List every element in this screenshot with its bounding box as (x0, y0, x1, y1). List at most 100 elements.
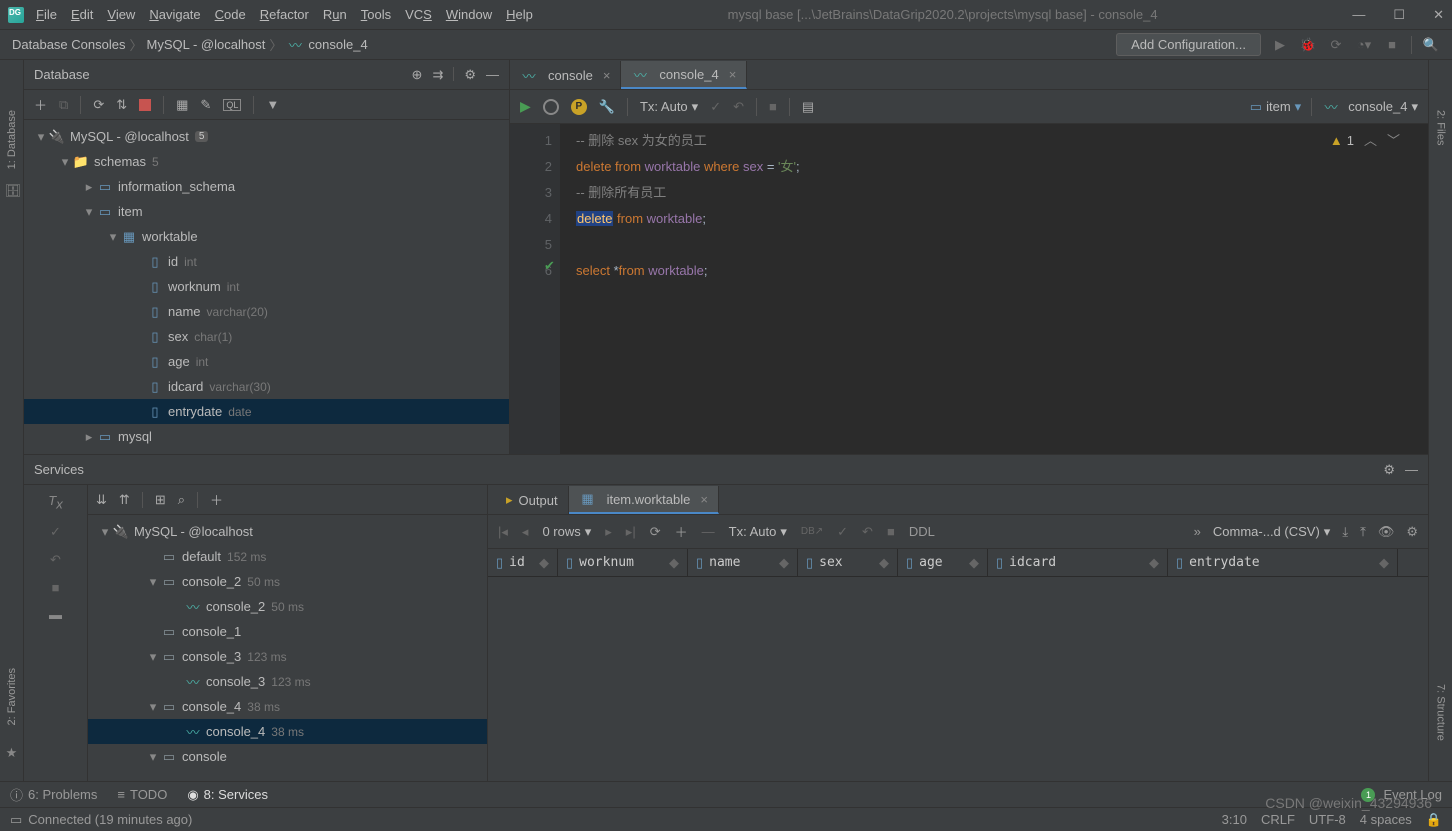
sync-icon[interactable]: ⇅ (116, 97, 127, 113)
prev-highlight-icon[interactable]: ︿ (1364, 128, 1377, 154)
services-tab[interactable]: ◉8: Services (187, 787, 268, 803)
view-icon[interactable]: 👁 (1378, 524, 1395, 540)
stop-icon[interactable]: ■ (887, 524, 895, 539)
stop-icon[interactable]: ■ (52, 580, 60, 595)
next-page-icon[interactable]: ▸ (605, 524, 612, 540)
commit-icon[interactable]: ✓ (837, 524, 848, 540)
stop-icon[interactable]: ■ (769, 99, 777, 114)
last-page-icon[interactable]: ▸| (626, 524, 636, 540)
reload-icon[interactable]: ⟳ (650, 524, 661, 540)
tree-schema-item[interactable]: ▾▭ item (24, 199, 509, 224)
explain-icon[interactable]: ▤ (802, 99, 814, 115)
profile-icon[interactable]: ◔▾ (1355, 37, 1373, 53)
database-tree[interactable]: ▾🔌 MySQL - @localhost 5 ▾📁 schemas 5 ▸▭ … (24, 120, 509, 454)
filter-icon[interactable]: ⌕ (178, 492, 185, 508)
services-item[interactable]: ▾▭ console_2 50 ms (88, 569, 487, 594)
more-icon[interactable]: » (1194, 524, 1201, 540)
layout-icon[interactable]: ▬ (49, 607, 62, 622)
problems-tab[interactable]: ⓘ6: Problems (10, 785, 97, 804)
sort-icon[interactable]: ◆ (879, 555, 889, 571)
tree-schema-info[interactable]: ▸▭ information_schema (24, 174, 509, 199)
upload-icon[interactable]: ⤒ (1360, 524, 1366, 540)
target-dropdown[interactable]: 〰console_4 ▾ (1322, 97, 1418, 116)
hide-panel-icon[interactable]: — (486, 67, 499, 83)
menu-tools[interactable]: Tools (361, 7, 391, 22)
crumb-console[interactable]: console_4 (308, 37, 367, 52)
collapse-all-icon[interactable]: ⇈ (119, 492, 130, 508)
tx-mode-dropdown[interactable]: Tx: Auto ▾ (640, 99, 698, 115)
encoding[interactable]: UTF-8 (1309, 812, 1346, 828)
grid-col-age[interactable]: ▯age ◆ (898, 549, 988, 576)
debug-icon[interactable]: 🐞 (1299, 37, 1317, 53)
wrench-icon[interactable]: 🔧 (599, 99, 615, 115)
menu-navigate[interactable]: Navigate (149, 7, 200, 22)
stop-icon[interactable] (139, 99, 151, 111)
code-area[interactable]: ▲ 1 ︿ ﹀ -- 删除 sex 为女的员工delete from workt… (560, 124, 1428, 454)
add-icon[interactable]: ＋ (210, 490, 223, 509)
prev-page-icon[interactable]: ◂ (522, 524, 529, 540)
p-badge-icon[interactable]: P (571, 99, 587, 115)
tx-icon[interactable]: Tx (48, 493, 62, 512)
tree-schemas[interactable]: ▾📁 schemas 5 (24, 149, 509, 174)
menu-file[interactable]: File (36, 7, 57, 22)
db-commit-icon[interactable]: DB↗ (801, 526, 823, 537)
sort-icon[interactable]: ◆ (1149, 555, 1159, 571)
todo-tab[interactable]: ≡TODO (117, 787, 167, 802)
hide-panel-icon[interactable]: — (1405, 462, 1418, 478)
coverage-icon[interactable]: ⟳ (1327, 37, 1345, 53)
jump-icon[interactable]: ⇉ (432, 67, 443, 83)
database-tool-tab[interactable]: 1: Database (6, 110, 18, 169)
expand-all-icon[interactable]: ⇊ (96, 492, 107, 508)
menu-window[interactable]: Window (446, 7, 492, 22)
add-configuration-button[interactable]: Add Configuration... (1116, 33, 1261, 56)
inspection-badge[interactable]: ▲ 1 ︿ ﹀ (1330, 128, 1400, 154)
tree-datasource[interactable]: ▾🔌 MySQL - @localhost 5 (24, 124, 509, 149)
commit-icon[interactable]: ✓ (710, 99, 721, 115)
output-tab[interactable]: ▸ Output (496, 486, 569, 514)
search-icon[interactable]: 🔍 (1422, 37, 1440, 53)
eventlog-tab[interactable]: Event Log (1383, 787, 1442, 802)
services-item[interactable]: ▾▭ console_3 123 ms (88, 644, 487, 669)
worktable-tab[interactable]: ▦ item.worktable × (569, 486, 719, 514)
export-format-dropdown[interactable]: Comma-...d (CSV) ▾ (1213, 524, 1330, 540)
close-tab-icon[interactable]: × (700, 492, 708, 507)
close-tab-icon[interactable]: × (603, 68, 611, 83)
services-item[interactable]: 〰 console_3 123 ms (88, 669, 487, 694)
menu-help[interactable]: Help (506, 7, 533, 22)
grid-col-entrydate[interactable]: ▯entrydate ◆ (1168, 549, 1398, 576)
tree-column-idcard[interactable]: ▯ idcard varchar(30) (24, 374, 509, 399)
maximize-icon[interactable]: ☐ (1393, 7, 1405, 23)
data-tx-dropdown[interactable]: Tx: Auto ▾ (729, 524, 787, 540)
line-separator[interactable]: CRLF (1261, 812, 1295, 828)
menu-vcs[interactable]: VCS (405, 7, 432, 22)
new-icon[interactable]: ＋ (34, 95, 47, 114)
tree-column-id[interactable]: ▯ id int (24, 249, 509, 274)
code-editor[interactable]: 123456 ✔ ▲ 1 ︿ ﹀ -- 删除 sex 为女的员工delete f… (510, 124, 1428, 454)
gear-icon[interactable]: ⚙ (1406, 524, 1418, 540)
services-item[interactable]: 〰 console_2 50 ms (88, 594, 487, 619)
grid-col-idcard[interactable]: ▯idcard ◆ (988, 549, 1168, 576)
sort-icon[interactable]: ◆ (969, 555, 979, 571)
tree-column-entrydate[interactable]: ▯ entrydate date (24, 399, 509, 424)
rollback-icon[interactable]: ↶ (733, 99, 744, 115)
grid-col-sex[interactable]: ▯sex ◆ (798, 549, 898, 576)
structure-tool-tab[interactable]: 7: Structure (1435, 684, 1447, 741)
minimize-icon[interactable]: — (1352, 7, 1365, 23)
close-icon[interactable]: ✕ (1433, 7, 1444, 23)
tree-schema-mysql[interactable]: ▸▭ mysql (24, 424, 509, 449)
sort-icon[interactable]: ◆ (1379, 555, 1389, 571)
crumb-ds[interactable]: MySQL - @localhost (146, 37, 265, 52)
menu-code[interactable]: Code (215, 7, 246, 22)
grid-col-name[interactable]: ▯name ◆ (688, 549, 798, 576)
filter-icon[interactable]: ▼ (266, 97, 279, 112)
group-icon[interactable]: ⊞ (155, 492, 166, 508)
schema-scope-dropdown[interactable]: ▭ item ▾ (1250, 99, 1301, 115)
services-tree[interactable]: ▾🔌 MySQL - @localhost ▭ default 152 ms ▾… (88, 515, 487, 781)
history-icon[interactable] (543, 99, 559, 115)
tree-column-name[interactable]: ▯ name varchar(20) (24, 299, 509, 324)
services-item[interactable]: 〰 console_4 38 ms (88, 719, 487, 744)
duplicate-icon[interactable]: ⧉ (59, 97, 68, 113)
tree-column-worknum[interactable]: ▯ worknum int (24, 274, 509, 299)
caret-position[interactable]: 3:10 (1222, 812, 1247, 828)
services-item[interactable]: ▭ console_1 (88, 619, 487, 644)
